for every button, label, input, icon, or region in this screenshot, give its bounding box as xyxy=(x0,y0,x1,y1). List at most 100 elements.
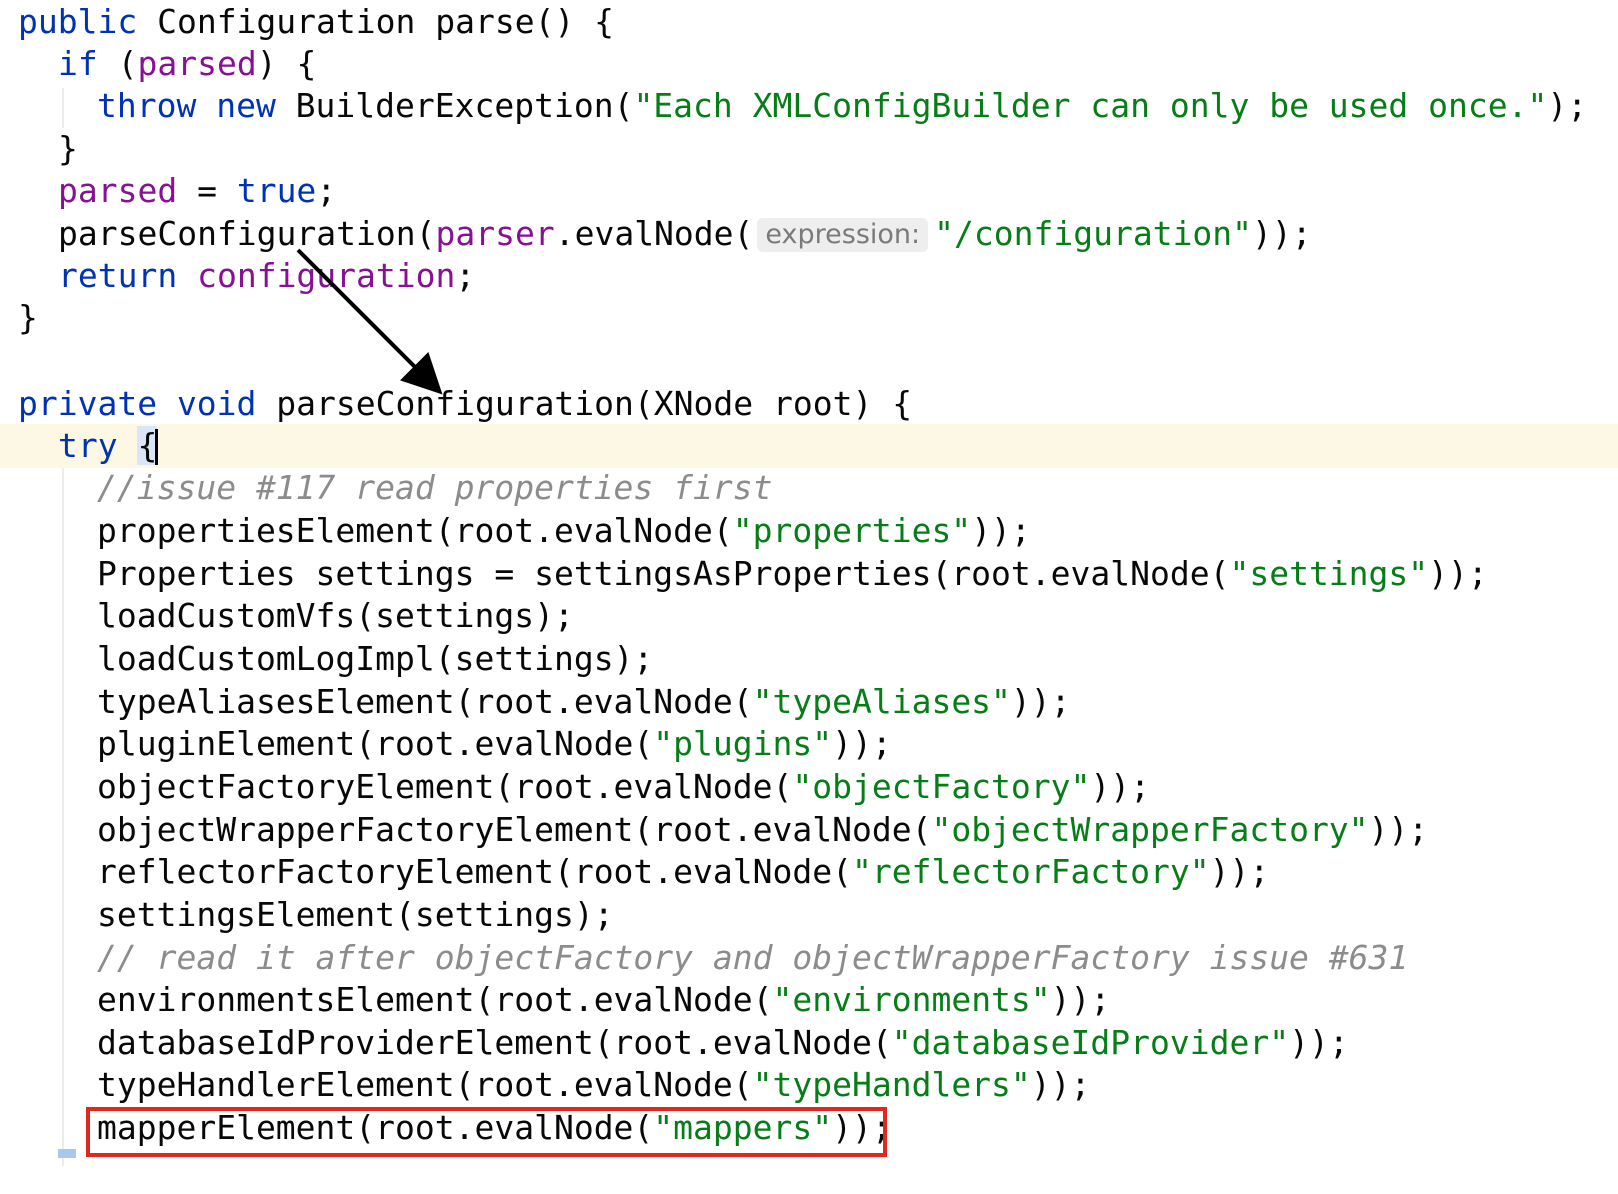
code-text: settingsElement(settings); xyxy=(97,893,614,937)
string-token: "databaseIdProvider" xyxy=(891,1023,1290,1062)
code-line[interactable]: typeHandlerElement(root.evalNode("typeHa… xyxy=(0,1063,1618,1107)
code-token: typeHandlerElement(root.evalNode( xyxy=(97,1065,753,1104)
code-text: environmentsElement(root.evalNode("envir… xyxy=(97,978,1110,1022)
code-text: try { xyxy=(58,424,159,468)
code-text: //issue #117 read properties first xyxy=(97,466,773,510)
code-line[interactable]: loadCustomLogImpl(settings); xyxy=(0,637,1618,681)
code-line[interactable]: private void parseConfiguration(XNode ro… xyxy=(0,382,1618,426)
code-token: loadCustomLogImpl(settings); xyxy=(97,639,654,678)
string-token: "/configuration" xyxy=(934,214,1253,253)
code-line[interactable]: loadCustomVfs(settings); xyxy=(0,594,1618,638)
code-token: )); xyxy=(1010,682,1071,721)
keyword-token: if xyxy=(58,44,98,83)
gutter-change-marker xyxy=(58,1149,76,1158)
string-token: "objectWrapperFactory" xyxy=(931,810,1369,849)
code-line[interactable]: typeAliasesElement(root.evalNode("typeAl… xyxy=(0,680,1618,724)
code-line[interactable]: parseConfiguration(parser.evalNode(expre… xyxy=(0,212,1618,256)
string-token: "environments" xyxy=(772,980,1051,1019)
keyword-token: try xyxy=(58,426,118,465)
code-token: Properties settings = settingsAsProperti… xyxy=(97,554,1230,593)
code-line[interactable]: objectFactoryElement(root.evalNode("obje… xyxy=(0,765,1618,809)
code-token: )); xyxy=(1050,980,1111,1019)
code-token: ); xyxy=(1547,86,1588,125)
code-text: loadCustomLogImpl(settings); xyxy=(97,637,653,681)
code-token: parseConfiguration(XNode root) { xyxy=(256,384,913,423)
keyword-token: private void xyxy=(18,384,257,423)
code-line[interactable]: if (parsed) { xyxy=(0,42,1618,86)
code-token: environmentsElement(root.evalNode( xyxy=(97,980,773,1019)
code-token: } xyxy=(18,298,38,337)
code-text: propertiesElement(root.evalNode("propert… xyxy=(97,509,1031,553)
code-token: parseConfiguration( xyxy=(58,214,436,253)
code-editor[interactable]: public Configuration parse() {if (parsed… xyxy=(0,0,1618,1194)
code-text: parseConfiguration(parser.evalNode(expre… xyxy=(58,212,1312,256)
code-line[interactable]: environmentsElement(root.evalNode("envir… xyxy=(0,978,1618,1022)
code-line[interactable]: databaseIdProviderElement(root.evalNode(… xyxy=(0,1021,1618,1065)
field-token: parser xyxy=(435,214,555,253)
code-line[interactable]: } xyxy=(0,296,1618,340)
code-text: loadCustomVfs(settings); xyxy=(97,594,574,638)
code-text: if (parsed) { xyxy=(58,42,316,86)
code-line[interactable]: parsed = true; xyxy=(0,169,1618,213)
code-text: public Configuration parse() { xyxy=(18,0,614,44)
code-line[interactable]: // read it after objectFactory and objec… xyxy=(0,936,1618,980)
string-token: "settings" xyxy=(1229,554,1429,593)
code-text: Properties settings = settingsAsProperti… xyxy=(97,552,1488,596)
code-line[interactable]: propertiesElement(root.evalNode("propert… xyxy=(0,509,1618,553)
string-token: "typeHandlers" xyxy=(752,1065,1031,1104)
code-text: typeAliasesElement(root.evalNode("typeAl… xyxy=(97,680,1071,724)
code-line[interactable]: reflectorFactoryElement(root.evalNode("r… xyxy=(0,850,1618,894)
code-token: )); xyxy=(1289,1023,1349,1062)
field-token: parsed xyxy=(58,171,178,210)
code-line[interactable]: settingsElement(settings); xyxy=(0,893,1618,937)
string-token: "objectFactory" xyxy=(792,767,1091,806)
code-line[interactable]: objectWrapperFactoryElement(root.evalNod… xyxy=(0,808,1618,852)
code-line[interactable]: Properties settings = settingsAsProperti… xyxy=(0,552,1618,596)
field-token: parsed xyxy=(137,44,257,83)
code-token: )); xyxy=(1368,810,1429,849)
field-token: configuration xyxy=(197,256,456,295)
code-line[interactable]: try { xyxy=(0,424,1618,468)
code-token: )); xyxy=(971,511,1031,550)
code-text: return configuration; xyxy=(58,254,475,298)
code-line[interactable]: } xyxy=(0,127,1618,171)
mapper-element-highlight xyxy=(86,1107,887,1157)
code-text: } xyxy=(58,127,78,171)
code-line[interactable]: pluginElement(root.evalNode("plugins")); xyxy=(0,722,1618,766)
code-line[interactable]: //issue #117 read properties first xyxy=(0,466,1618,510)
code-token: settingsElement(settings); xyxy=(97,895,614,934)
code-line[interactable]: throw new BuilderException("Each XMLConf… xyxy=(0,84,1618,128)
code-token: reflectorFactoryElement(root.evalNode( xyxy=(97,852,852,891)
string-token: "properties" xyxy=(732,511,972,550)
code-token: )); xyxy=(1209,852,1270,891)
code-token: )); xyxy=(1090,767,1150,806)
string-token: "typeAliases" xyxy=(752,682,1011,721)
code-text: reflectorFactoryElement(root.evalNode("r… xyxy=(97,850,1269,894)
keyword-token: public xyxy=(18,2,138,41)
text-caret xyxy=(155,429,159,465)
code-text: throw new BuilderException("Each XMLConf… xyxy=(97,84,1587,128)
code-token: )); xyxy=(1428,554,1488,593)
code-token: typeAliasesElement(root.evalNode( xyxy=(97,682,753,721)
code-token: pluginElement(root.evalNode( xyxy=(97,724,654,763)
code-line[interactable]: public Configuration parse() { xyxy=(0,0,1618,44)
keyword-token: throw new xyxy=(97,86,276,125)
code-text: objectFactoryElement(root.evalNode("obje… xyxy=(97,765,1150,809)
code-token: .evalNode( xyxy=(554,214,754,253)
code-text: databaseIdProviderElement(root.evalNode(… xyxy=(97,1021,1349,1065)
code-token: ( xyxy=(97,44,138,83)
code-text: } xyxy=(18,296,38,340)
code-token: ; xyxy=(316,171,337,210)
code-line[interactable]: return configuration; xyxy=(0,254,1618,298)
keyword-token: true xyxy=(236,171,317,210)
code-token: objectFactoryElement(root.evalNode( xyxy=(97,767,793,806)
code-text: // read it after objectFactory and objec… xyxy=(97,936,1408,980)
keyword-token: return xyxy=(58,256,178,295)
comment-token: //issue #117 read properties first xyxy=(97,468,773,507)
code-text: parsed = true; xyxy=(58,169,336,213)
code-token: )); xyxy=(1030,1065,1091,1104)
code-token: = xyxy=(177,171,237,210)
code-text: pluginElement(root.evalNode("plugins")); xyxy=(97,722,892,766)
